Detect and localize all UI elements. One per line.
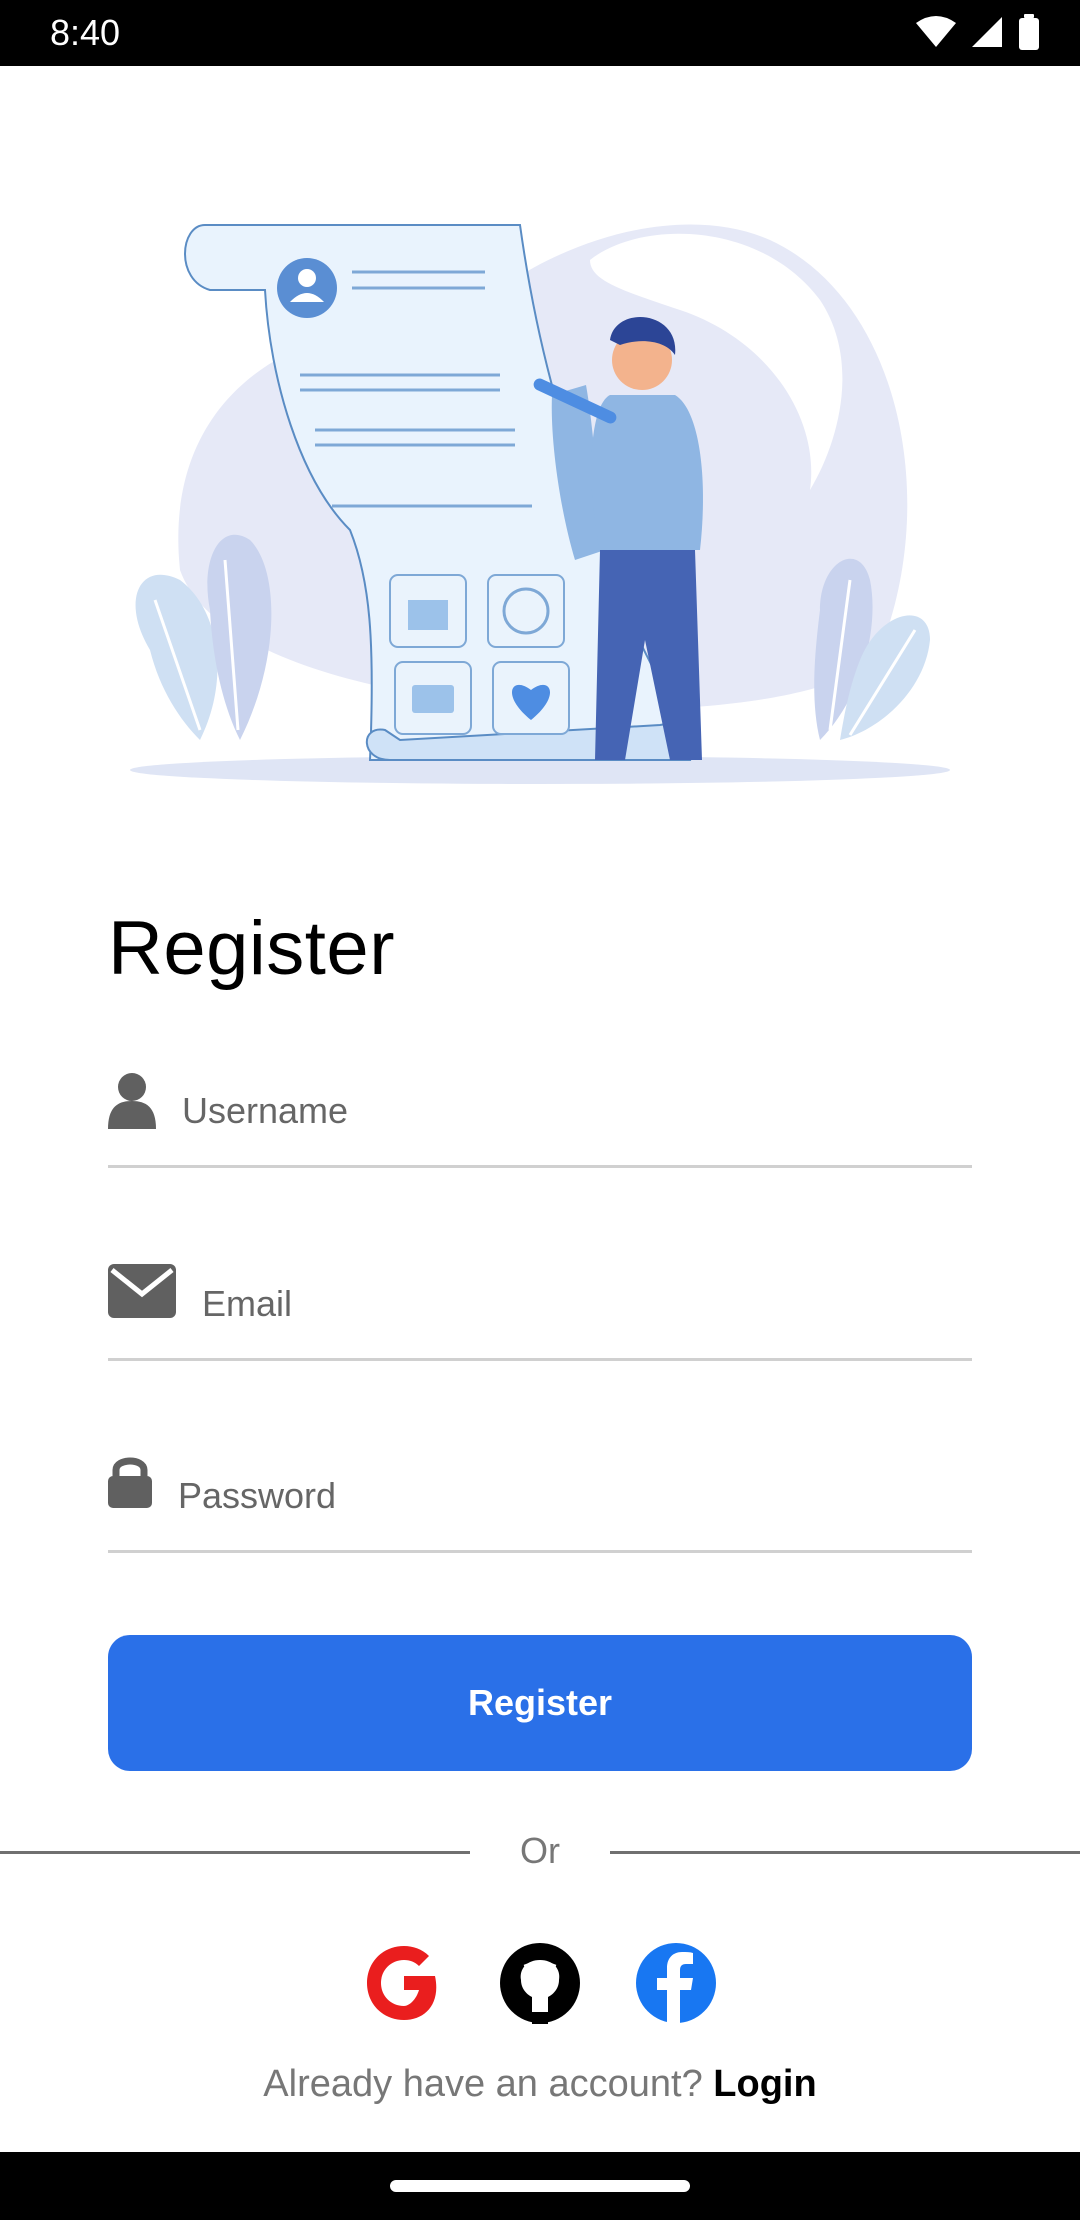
password-field[interactable] (108, 1440, 972, 1553)
login-prompt: Already have an account? Login (0, 2063, 1080, 2106)
divider-line-right (610, 1851, 1080, 1854)
status-bar: 8:40 (0, 0, 1080, 66)
divider-text: Or (520, 1830, 560, 1871)
wifi-icon (916, 16, 956, 47)
user-icon (108, 1073, 156, 1129)
login-link[interactable]: Login (713, 2063, 816, 2105)
status-time: 8:40 (50, 12, 121, 53)
status-icons (916, 14, 1040, 50)
home-gesture-handle[interactable] (390, 2180, 690, 2192)
facebook-icon[interactable] (635, 1942, 717, 2024)
envelope-icon (108, 1264, 176, 1318)
signal-icon (972, 17, 1002, 47)
register-button[interactable]: Register (108, 1635, 972, 1771)
battery-icon (1019, 14, 1039, 50)
password-input[interactable] (178, 1468, 878, 1524)
email-field[interactable] (108, 1248, 972, 1361)
username-input[interactable] (182, 1083, 882, 1139)
login-prompt-text: Already have an account? (263, 2063, 703, 2105)
lock-icon (108, 1457, 152, 1508)
register-illustration (130, 224, 950, 784)
google-icon[interactable] (363, 1942, 445, 2024)
divider-line-left (0, 1851, 470, 1854)
email-input[interactable] (202, 1276, 902, 1332)
github-icon[interactable] (499, 1942, 581, 2024)
page-title: Register (108, 906, 395, 991)
username-field[interactable] (108, 1055, 972, 1168)
